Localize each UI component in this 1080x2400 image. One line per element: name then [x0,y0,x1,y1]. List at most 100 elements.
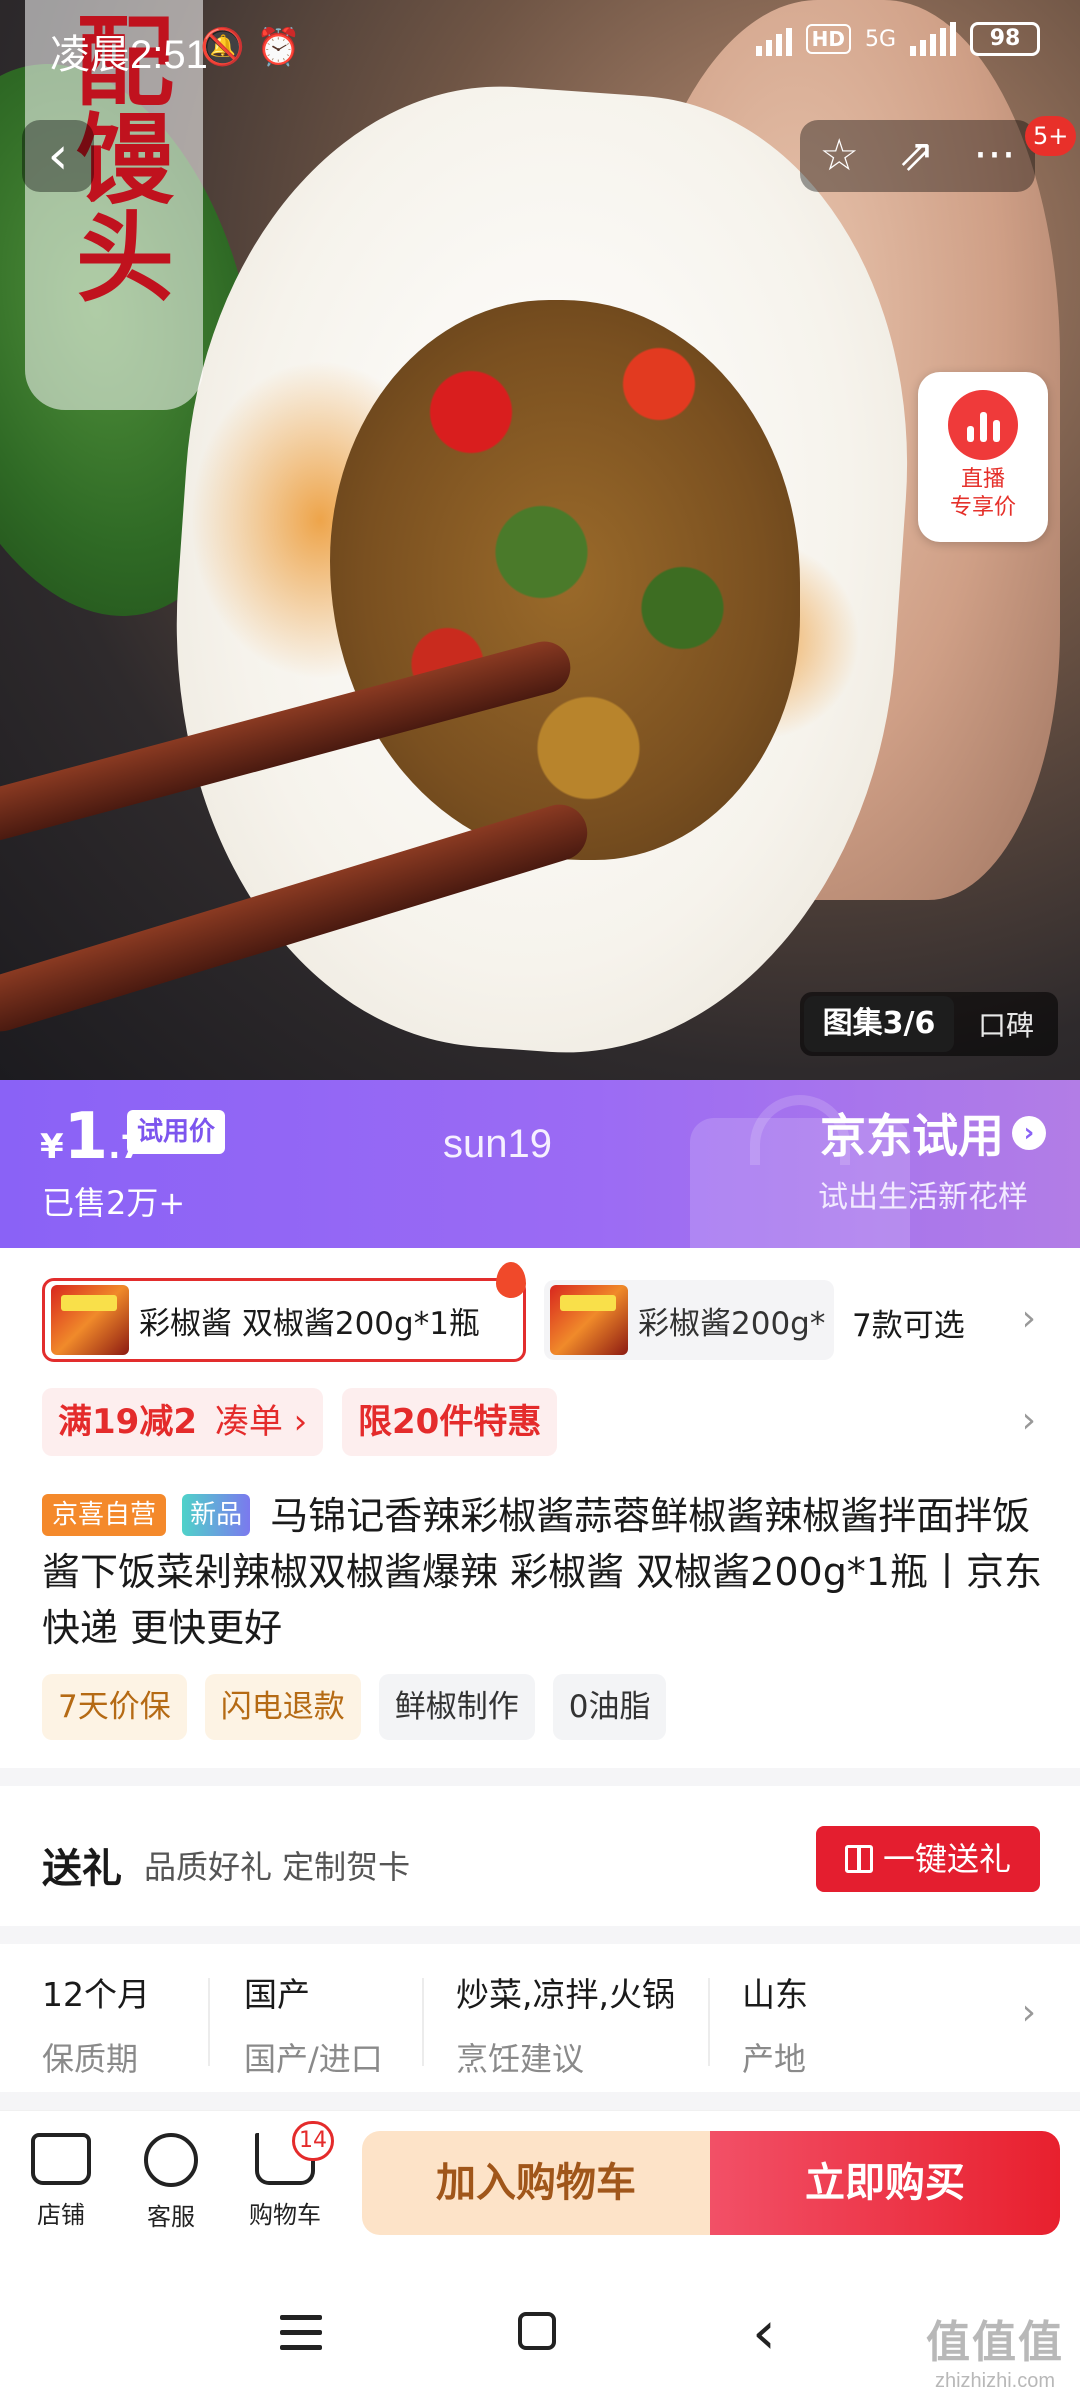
jd-trial-link[interactable]: 京东试用 › [820,1100,1046,1166]
variant-option[interactable]: 彩椒酱200g* [544,1280,834,1360]
live-bars-icon [948,390,1018,460]
promo-row: 满19减2 凑单 › 限20件特惠 › [0,1388,1080,1460]
promo-limited[interactable]: 限20件特惠 [342,1388,558,1456]
watermark-text: 值值值 [926,2317,1064,2368]
watermark-url: zhizhizhi.com [934,2370,1056,2392]
watermark: 值值值 zhizhizhi.com [926,2306,1064,2393]
top-action-group: ☆ ⇗ ··· [800,120,1035,192]
chevron-right-icon: › [1021,1992,1036,2033]
chevron-right-icon: › [1012,1116,1046,1150]
status-icons: 🔕 ⏰ [200,26,301,68]
back-icon[interactable]: ‹ [752,2298,776,2368]
more-variants-link[interactable]: 7款可选 [852,1300,965,1345]
gift-section: 送礼 品质好礼 定制贺卡 一键送礼 [0,1788,1080,1928]
shop-button[interactable]: 店铺 [16,2133,106,2230]
gift-subtitle: 品质好礼 定制贺卡 [144,1848,411,1886]
service-chips: 7天价保 闪电退款 鲜椒制作 0油脂 [42,1674,667,1740]
variant-label: 彩椒酱 双椒酱200g*1瓶 [139,1305,480,1342]
spec-place: 山东 产地 [742,1968,808,2080]
bottom-action-bar: 店铺 客服 14 购物车 加入购物车 立即购买 [0,2110,1080,2260]
send-gift-button[interactable]: 一键送礼 [816,1826,1040,1892]
system-navigation-bar: ‹ 值值值 zhizhizhi.com [0,2270,1080,2400]
add-to-cart-button[interactable]: 加入购物车 [362,2131,710,2235]
live-label-line1: 直播 [960,467,1005,492]
shop-icon [31,2133,91,2185]
network-label: 5G [864,26,896,52]
back-button[interactable]: ‹ [22,120,94,192]
variant-option-selected[interactable]: 彩椒酱 双椒酱200g*1瓶 [42,1278,526,1362]
tab-reviews[interactable]: 口碑 [954,1004,1058,1044]
spec-label: 保质期 [42,2040,139,2078]
price-banner: ¥ 1 .7 试用价 已售2万+ sun19 京东试用 › 试出生活新花样 [0,1080,1080,1248]
chevron-right-icon[interactable]: › [1022,1298,1036,1339]
spec-value: 12个月 [42,1975,150,2014]
spec-label: 产地 [742,2040,807,2078]
variant-thumbnail [51,1285,129,1355]
home-icon[interactable] [518,2312,556,2350]
section-divider [0,1768,1080,1786]
status-bar: 凌晨2:51 🔕 ⏰ HD 5G 98 [0,0,1080,95]
silent-icon: 🔕 [200,27,245,68]
service-chip[interactable]: 闪电退款 [204,1674,361,1740]
service-chip[interactable]: 7天价保 [42,1674,187,1740]
jd-trial-label: 京东试用 [820,1109,1004,1163]
chat-smile-icon [144,2133,198,2187]
cart-count-badge: 14 [292,2121,334,2161]
cart-label: 购物车 [249,2201,321,2229]
variant-selector: 彩椒酱 双椒酱200g*1瓶 彩椒酱200g* 7款可选 › [0,1248,1080,1368]
product-title: 京喜自营 新品 马锦记香辣彩椒酱蒜蓉鲜椒酱辣椒酱拌面拌饭酱下饭菜剁辣椒双椒酱爆辣… [42,1488,1042,1656]
spec-divider [708,1978,710,2066]
spec-cooking: 炒菜,凉拌,火锅 烹饪建议 [456,1968,675,2080]
cart-button[interactable]: 14 购物车 [240,2121,334,2230]
store-tag: 京喜自营 [42,1494,167,1536]
price-integer: 1 [63,1100,109,1174]
spec-label: 国产/进口 [244,2040,383,2078]
send-gift-label: 一键送礼 [882,1840,1011,1878]
center-label: sun19 [443,1122,552,1166]
spec-label: 烹饪建议 [456,2040,585,2078]
cell-signal-icon [910,22,956,56]
variant-label: 彩椒酱200g* [638,1305,826,1342]
wifi-signal-icon [755,22,792,56]
jd-trial-subtitle: 试出生活新花样 [818,1180,1028,1215]
live-price-button[interactable]: 直播 专享价 [918,372,1048,542]
promo-discount-label: 满19减2 [58,1402,197,1442]
chevron-left-icon: ‹ [47,126,69,186]
hot-fire-icon [496,1262,526,1298]
buy-now-button[interactable]: 立即购买 [710,2131,1060,2235]
variant-thumbnail [550,1285,628,1355]
live-label-line2: 专享价 [949,495,1016,520]
star-icon[interactable]: ☆ [819,120,858,192]
gift-title: 送礼 [42,1846,122,1892]
spec-value: 国产 [244,1975,310,2014]
gallery-tabs: 图集3/6 口碑 [800,992,1058,1056]
alarm-icon: ⏰ [256,27,302,68]
spec-divider [422,1978,424,2066]
menu-icon[interactable] [280,2315,322,2351]
spec-shelf-life: 12个月 保质期 [42,1968,150,2080]
feature-chip[interactable]: 0油脂 [552,1674,667,1740]
notification-badge: 5+ [1025,116,1077,156]
spec-value: 炒菜,凉拌,火锅 [456,1975,675,2014]
price-currency: ¥ [40,1127,64,1167]
share-icon[interactable]: ⇗ [898,120,935,192]
chevron-right-icon[interactable]: › [1022,1400,1036,1441]
more-icon[interactable]: ··· [974,120,1016,192]
section-divider [0,1926,1080,1944]
gift-icon [844,1845,873,1873]
product-specs[interactable]: 12个月 保质期 国产 国产/进口 炒菜,凉拌,火锅 烹饪建议 山东 产地 › [0,1948,1080,2088]
spec-value: 山东 [742,1975,808,2014]
battery-icon: 98 [970,22,1040,56]
service-button[interactable]: 客服 [126,2133,216,2232]
shop-label: 店铺 [37,2201,85,2229]
promo-add-items: 凑单 › [214,1402,308,1442]
new-tag: 新品 [182,1494,251,1536]
status-time: 凌晨2:51 [50,33,208,77]
sold-count: 已售2万+ [42,1184,186,1222]
promo-discount[interactable]: 满19减2 凑单 › [42,1388,324,1456]
hd-icon: HD [805,24,851,54]
spec-divider [208,1978,210,2066]
feature-chip[interactable]: 鲜椒制作 [378,1674,535,1740]
service-label: 客服 [147,2203,195,2231]
tab-gallery[interactable]: 图集3/6 [804,996,954,1052]
